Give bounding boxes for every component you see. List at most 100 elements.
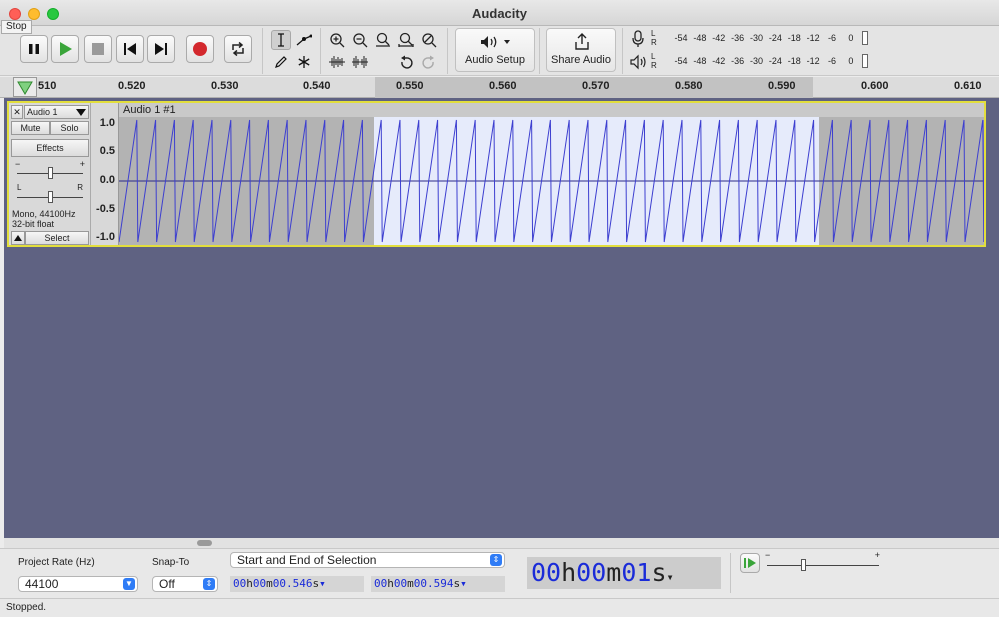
fit-selection-button[interactable]: [373, 30, 393, 50]
play-at-speed-icon: [744, 558, 756, 568]
selection-start-time[interactable]: 00h00m00.546s▾: [230, 576, 364, 592]
selection-end-time[interactable]: 00h00m00.594s▾: [371, 576, 505, 592]
pan-slider[interactable]: L R: [15, 183, 85, 203]
skip-to-end-icon: [155, 43, 167, 55]
silence-icon: [352, 56, 368, 68]
multi-tool[interactable]: [294, 52, 314, 72]
undo-icon: [401, 55, 413, 69]
skip-to-end-button[interactable]: [147, 35, 175, 63]
skip-to-start-icon: [124, 43, 136, 55]
stop-icon: [92, 43, 104, 55]
zoom-out-icon: [353, 33, 368, 48]
solo-button[interactable]: Solo: [50, 121, 89, 135]
zoom-out-button[interactable]: [350, 30, 370, 50]
share-icon: [575, 33, 589, 50]
horizontal-scrollbar[interactable]: [4, 538, 999, 548]
track-name: Audio 1: [27, 107, 58, 117]
gain-slider[interactable]: − +: [15, 159, 85, 181]
stop-button[interactable]: [84, 35, 112, 63]
project-rate-label: Project Rate (Hz): [18, 557, 95, 568]
ruler-label: 0.530: [211, 80, 239, 92]
collapse-icon: [14, 235, 22, 241]
playback-meter-slider[interactable]: [862, 54, 868, 68]
clip-title[interactable]: Audio 1 #1: [119, 103, 984, 117]
ruler-label: 0.560: [489, 80, 517, 92]
status-text: Stopped.: [6, 602, 47, 613]
amplitude-ruler: 1.0 0.5 0.0 -0.5 -1.0: [91, 103, 119, 245]
trim-icon: [329, 56, 345, 68]
ruler-label: 510: [38, 80, 57, 92]
play-icon: [60, 42, 72, 56]
gain-minus: −: [15, 159, 21, 169]
close-track-button[interactable]: ✕: [11, 105, 23, 119]
audio-track[interactable]: ✕ Audio 1 Mute Solo Effects − + L R Mono…: [7, 101, 986, 247]
play-speed-slider[interactable]: − +: [765, 550, 880, 573]
redo-button[interactable]: [419, 52, 439, 72]
ruler-label: 0.540: [303, 80, 331, 92]
collapse-track-button[interactable]: [11, 231, 25, 245]
record-meter-r: R: [651, 38, 657, 47]
play-speed-thumb[interactable]: [801, 559, 806, 571]
ruler-label: 0.600: [861, 80, 889, 92]
fit-project-button[interactable]: [396, 30, 416, 50]
select-track-button[interactable]: Select: [25, 231, 89, 245]
audio-position-display[interactable]: 00h00m01s▾: [527, 557, 721, 589]
draw-tool[interactable]: [271, 52, 291, 72]
ruler-label: 0.610: [954, 80, 982, 92]
trim-button[interactable]: [327, 52, 347, 72]
play-head-icon: [17, 81, 33, 95]
selection-tool[interactable]: [271, 30, 291, 50]
play-head-button[interactable]: [13, 77, 37, 97]
playback-meter-scale: -54 -48 -42 -36 -30 -24 -18 -12 -6 0: [674, 56, 854, 66]
play-speed-plus: +: [874, 550, 880, 560]
record-level-meter[interactable]: L R -54 -48 -42 -36 -30 -24 -18 -12 -6 0: [651, 29, 868, 49]
ruler-label: 0.590: [768, 80, 796, 92]
play-at-speed-button[interactable]: [740, 553, 760, 573]
zoom-toggle-button[interactable]: [419, 30, 439, 50]
track-area[interactable]: ✕ Audio 1 Mute Solo Effects − + L R Mono…: [4, 98, 999, 538]
track-info-bitdepth: 32-bit float: [12, 219, 55, 229]
window-title: Audacity: [472, 6, 527, 21]
loop-button[interactable]: [224, 35, 252, 63]
effects-button[interactable]: Effects: [11, 139, 89, 157]
pan-slider-thumb[interactable]: [48, 191, 53, 203]
chevron-down-icon: [76, 109, 86, 116]
record-icon: [193, 42, 207, 56]
undo-button[interactable]: [396, 52, 416, 72]
share-audio-button[interactable]: Share Audio: [546, 28, 616, 72]
track-control-panel: ✕ Audio 1 Mute Solo Effects − + L R Mono…: [9, 103, 91, 245]
gain-slider-thumb[interactable]: [48, 167, 53, 179]
stop-tooltip: Stop: [1, 20, 32, 34]
toolbars: Audio Setup Share Audio L R -54 -48 -42 -36…: [0, 26, 999, 76]
selection-mode-select[interactable]: Start and End of Selection ⇕: [230, 552, 505, 568]
mute-button[interactable]: Mute: [11, 121, 50, 135]
envelope-tool[interactable]: [294, 30, 314, 50]
record-meter-button[interactable]: [628, 29, 648, 49]
pause-button[interactable]: [20, 35, 48, 63]
scrollbar-thumb[interactable]: [197, 540, 212, 546]
envelope-icon: [296, 34, 312, 46]
silence-button[interactable]: [350, 52, 370, 72]
ruler-label: 0.570: [582, 80, 610, 92]
record-meter-slider[interactable]: [862, 31, 868, 45]
skip-to-start-button[interactable]: [116, 35, 144, 63]
snap-to-select[interactable]: Off ⇕: [152, 576, 218, 592]
playback-meter-button[interactable]: [628, 52, 648, 72]
audio-setup-button[interactable]: Audio Setup: [455, 28, 535, 72]
selection-toolbar: Project Rate (Hz) 44100 ▼ Snap-To Off ⇕ …: [0, 548, 999, 598]
pan-left: L: [17, 183, 22, 192]
timeline-ruler[interactable]: 510 0.520 0.530 0.540 0.550 0.560 0.570 …: [0, 77, 999, 98]
redo-icon: [422, 55, 434, 69]
playback-level-meter[interactable]: L R -54 -48 -42 -36 -30 -24 -18 -12 -6 0: [651, 52, 868, 72]
record-button[interactable]: [186, 35, 214, 63]
updown-arrow-icon: ⇕: [490, 554, 502, 566]
track-menu-button[interactable]: Audio 1: [24, 105, 89, 119]
zoom-in-button[interactable]: [327, 30, 347, 50]
waveform[interactable]: [119, 117, 984, 245]
audio-clip[interactable]: Audio 1 #1: [119, 103, 984, 245]
project-rate-select[interactable]: 44100 ▼: [18, 576, 138, 592]
selection-mode-value: Start and End of Selection: [237, 553, 377, 567]
play-button[interactable]: [51, 35, 79, 63]
ruler-label: 0.580: [675, 80, 703, 92]
snap-to-value: Off: [159, 577, 175, 591]
